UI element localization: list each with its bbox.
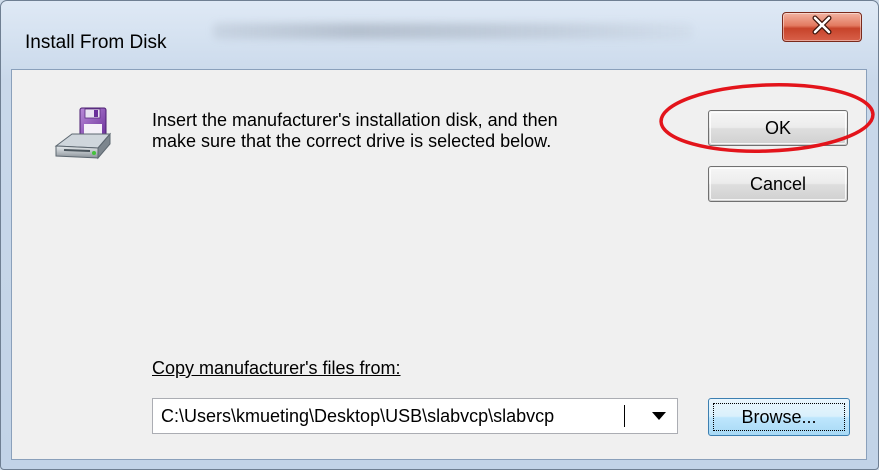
- floppy-disk-drive-icon: [52, 106, 116, 166]
- browse-button-label: Browse...: [741, 406, 817, 427]
- cancel-button-label: Cancel: [749, 173, 807, 194]
- cancel-button[interactable]: Cancel: [708, 166, 848, 202]
- path-input[interactable]: C:\Users\kmueting\Desktop\USB\slabvcp\sl…: [161, 406, 629, 427]
- chevron-down-icon[interactable]: [641, 399, 677, 433]
- copy-from-label-text: Copy manufacturer's files from:: [152, 358, 401, 378]
- close-icon: [809, 15, 835, 40]
- dialog-window: Install From Disk Insert the manufacture…: [0, 0, 879, 470]
- instruction-line-1: Insert the manufacturer's installation d…: [152, 110, 558, 130]
- dialog-client-area: Insert the manufacturer's installation d…: [11, 69, 867, 460]
- browse-button[interactable]: Browse...: [708, 398, 850, 436]
- ok-button-label: OK: [764, 117, 791, 138]
- instruction-line-2: make sure that the correct drive is sele…: [152, 131, 552, 151]
- instruction-message: Insert the manufacturer's installation d…: [152, 110, 672, 152]
- text-cursor: [624, 405, 625, 427]
- window-title: Install From Disk: [25, 32, 167, 53]
- close-button[interactable]: [782, 12, 862, 42]
- background-window-text: [213, 23, 693, 39]
- path-combobox[interactable]: C:\Users\kmueting\Desktop\USB\slabvcp\sl…: [152, 398, 678, 434]
- copy-from-label: Copy manufacturer's files from:: [152, 358, 401, 379]
- ok-button[interactable]: OK: [708, 110, 848, 146]
